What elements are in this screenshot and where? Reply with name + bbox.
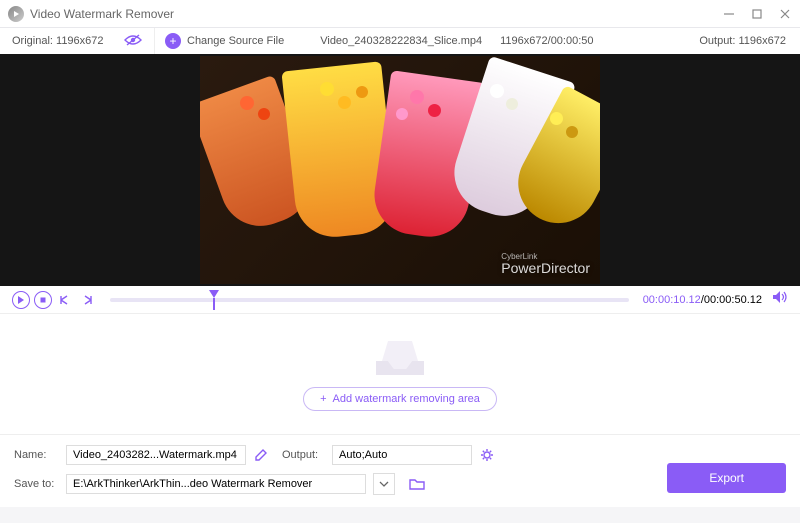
video-frame[interactable]: CyberLink PowerDirector	[200, 56, 600, 284]
close-button[interactable]	[778, 7, 792, 21]
output-settings-button[interactable]	[480, 448, 494, 462]
info-bar: Original: 1196x672 + Change Source File …	[0, 28, 800, 54]
add-watermark-area-button[interactable]: + Add watermark removing area	[303, 387, 497, 411]
total-time: 00:00:50.12	[704, 294, 762, 306]
name-label: Name:	[14, 449, 58, 461]
source-filename: Video_240328222834_Slice.mp4	[320, 35, 482, 47]
app-logo-icon	[8, 6, 24, 22]
source-dimensions: 1196x672/00:00:50	[500, 35, 593, 47]
plus-icon: +	[165, 33, 181, 49]
original-size-label: Original: 1196x672	[12, 35, 104, 47]
plus-icon: +	[320, 393, 326, 405]
stop-button[interactable]	[34, 291, 52, 309]
open-folder-button[interactable]	[409, 477, 425, 491]
playhead-icon[interactable]	[209, 290, 219, 298]
watermark-overlay: CyberLink PowerDirector	[501, 255, 590, 276]
watermark-sub: CyberLink	[501, 255, 590, 260]
play-button[interactable]	[12, 291, 30, 309]
save-path-dropdown[interactable]	[373, 473, 395, 495]
export-button[interactable]: Export	[667, 463, 786, 493]
output-size-label: Output: 1196x672	[699, 35, 786, 47]
video-preview-area: CyberLink PowerDirector	[0, 54, 800, 286]
bottom-panel: Name: Output: Save to: Export	[0, 434, 800, 507]
name-field[interactable]	[66, 445, 246, 465]
save-path-field[interactable]	[66, 474, 366, 494]
watermark-brand: PowerDirector	[501, 260, 590, 276]
titlebar: Video Watermark Remover	[0, 0, 800, 28]
timeline-slider[interactable]	[110, 298, 629, 302]
edit-name-button[interactable]	[254, 448, 268, 462]
inbox-icon	[370, 337, 430, 377]
current-time: 00:00:10.12	[643, 294, 701, 306]
output-field[interactable]	[332, 445, 472, 465]
app-title: Video Watermark Remover	[30, 7, 722, 21]
preview-visibility-icon[interactable]	[124, 34, 142, 49]
volume-button[interactable]	[772, 290, 788, 309]
mark-out-button[interactable]	[78, 291, 96, 309]
minimize-button[interactable]	[722, 7, 736, 21]
output-label: Output:	[282, 449, 324, 461]
maximize-button[interactable]	[750, 7, 764, 21]
playback-controls: 00:00:10.12/00:00:50.12	[0, 286, 800, 314]
watermark-drop-area: + Add watermark removing area	[0, 314, 800, 434]
mark-in-button[interactable]	[56, 291, 74, 309]
add-watermark-area-label: Add watermark removing area	[333, 393, 480, 405]
time-display: 00:00:10.12/00:00:50.12	[643, 294, 762, 306]
change-source-button[interactable]: + Change Source File	[155, 33, 294, 49]
save-to-label: Save to:	[14, 478, 58, 490]
change-source-label: Change Source File	[187, 35, 284, 47]
